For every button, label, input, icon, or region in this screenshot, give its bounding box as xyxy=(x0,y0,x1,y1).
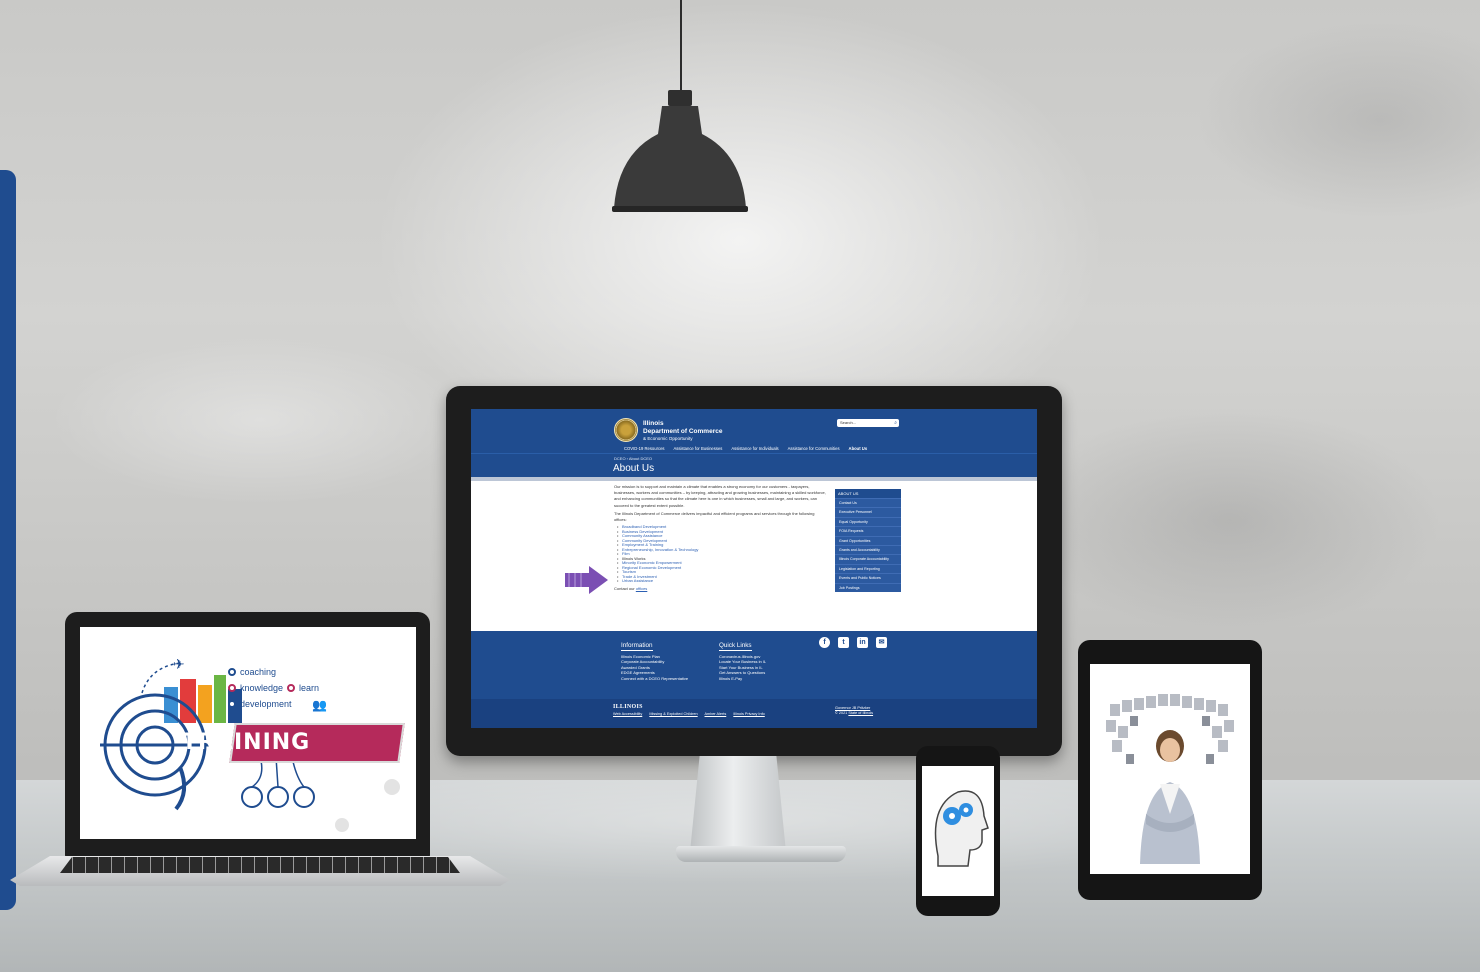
side-nav-item[interactable]: Events and Public Notices xyxy=(835,573,901,582)
mission-text: Our mission is to support and maintain a… xyxy=(614,484,826,508)
facebook-icon[interactable]: f xyxy=(819,637,830,648)
lamp-cord xyxy=(680,0,682,96)
side-nav-item[interactable]: Executive Personnel xyxy=(835,507,901,516)
side-nav-item[interactable]: Job Postings xyxy=(835,582,901,592)
main-content: Our mission is to support and maintain a… xyxy=(614,484,826,592)
pendant-lamp-icon xyxy=(612,90,748,212)
footer-link[interactable]: Illinois E-Pay xyxy=(719,676,766,681)
contact-prefix: Contact our xyxy=(614,585,635,591)
governor-block: Governor JB Pritzker © 2021 State of Ill… xyxy=(835,706,873,716)
footer-quick-links: Coronavirus.Illinois.gov Locate Your Bus… xyxy=(719,654,766,681)
bullet-coaching: coaching xyxy=(228,667,276,677)
copyright-text: © 2021 xyxy=(835,711,848,715)
phone-screen xyxy=(922,766,994,896)
bullet-dot-icon xyxy=(228,668,236,676)
head-gears-icon xyxy=(934,790,989,867)
footer-quick-heading: Quick Links xyxy=(719,642,752,651)
linkedin-icon[interactable]: in xyxy=(857,637,868,648)
side-nav-item[interactable]: Illinois Corporate Accountability xyxy=(835,554,901,563)
side-nav-item[interactable]: Grants and Accountability xyxy=(835,545,901,554)
footer-legal-link[interactable]: Missing & Exploited Children xyxy=(649,712,697,716)
bullet-label: coaching xyxy=(240,667,277,677)
list-item[interactable]: Urban Assistance xyxy=(617,579,826,584)
bullet-label: learn xyxy=(299,683,320,693)
monitor-stand xyxy=(690,756,786,852)
arrow-icon xyxy=(565,566,608,594)
svg-text:👥: 👥 xyxy=(312,698,327,712)
search-input[interactable]: Search... ⌕ xyxy=(837,419,899,427)
side-nav-item[interactable]: Grant Opportunities xyxy=(835,535,901,545)
nav-individuals[interactable]: Assistance for Individuals xyxy=(731,446,778,451)
page-title: About Us xyxy=(613,463,655,474)
search-icon[interactable]: ⌕ xyxy=(894,419,897,427)
monitor-screen: Illinois Department of Commerce & Econom… xyxy=(471,409,1037,728)
bullet-dot-icon xyxy=(287,684,296,692)
bullet-knowledge: knowledge learn xyxy=(228,683,319,693)
tablet-screen xyxy=(1090,664,1250,874)
side-nav-item[interactable]: Equal Opportunity xyxy=(835,516,901,526)
footer-legal-link[interactable]: Web Accessibility xyxy=(613,712,642,716)
divider xyxy=(471,477,1037,481)
training-word: TRAINING xyxy=(182,730,311,755)
bullet-label: development xyxy=(240,699,292,709)
offices-list: Broadband Development Business Developme… xyxy=(614,525,826,584)
laptop-keyboard xyxy=(60,857,460,873)
email-icon[interactable]: ✉ xyxy=(876,637,887,648)
footer-bottom: ILLINOIS Web Accessibility Missing & Exp… xyxy=(471,699,1037,728)
footer-information-heading: Information xyxy=(621,642,653,651)
offices-link[interactable]: offices xyxy=(636,586,648,591)
footer-link[interactable]: Get Answers to Questions xyxy=(719,670,766,675)
footer-legal-link[interactable]: Amber Alerts xyxy=(705,712,727,716)
search-placeholder: Search... xyxy=(840,420,857,425)
offices-intro: The Illinois Department of Commerce deli… xyxy=(614,510,815,523)
bullet-label: knowledge xyxy=(240,683,284,693)
svg-text:✈: ✈ xyxy=(173,657,185,673)
nav-businesses[interactable]: Assistance for Businesses xyxy=(674,446,723,451)
brand-subtitle[interactable]: Department of Commerce xyxy=(643,428,722,435)
side-nav-item[interactable]: Legislation and Reporting xyxy=(835,563,901,573)
footer-information-links: Illinois Economic Plan Corporate Account… xyxy=(621,654,688,681)
state-link[interactable]: State of Illinois xyxy=(848,711,873,715)
bullet-dot-icon xyxy=(228,700,236,708)
bullet-dot-icon xyxy=(228,684,236,692)
brand-title[interactable]: Illinois xyxy=(643,420,664,427)
breadcrumb[interactable]: DCEO › About DCEO xyxy=(614,456,652,461)
social-links: f t in ✉ xyxy=(819,637,887,648)
illinois-logo[interactable]: ILLINOIS xyxy=(613,704,643,710)
contact-line: Contact our offices xyxy=(614,586,826,592)
nav-covid[interactable]: COVID-19 Resources xyxy=(624,446,665,451)
footer-link[interactable]: Connect with a DCEO Representative xyxy=(621,676,688,681)
nav-communities[interactable]: Assistance for Communities xyxy=(788,446,840,451)
illinois-seal-icon[interactable] xyxy=(614,418,638,442)
main-nav: COVID-19 Resources Assistance for Busine… xyxy=(624,446,867,451)
monitor-base xyxy=(676,846,846,862)
brand-tagline: & Economic Opportunity xyxy=(643,436,693,441)
twitter-icon[interactable]: t xyxy=(838,637,849,648)
footer-legal-link[interactable]: Illinois Privacy Info xyxy=(733,712,764,716)
decorative-stripe xyxy=(0,170,16,910)
businesswoman-photo-collage xyxy=(1106,694,1234,864)
nav-about-us[interactable]: About Us xyxy=(849,446,868,451)
side-nav-heading: ABOUT US xyxy=(835,489,901,498)
side-nav-item[interactable]: Contact Us xyxy=(835,498,901,507)
laptop-screen: ✈ 👥 TRAINING coaching knowledge learn de… xyxy=(80,627,416,839)
site-footer: Information Illinois Economic Plan Corpo… xyxy=(471,631,1037,728)
footer-legal-links: Web Accessibility Missing & Exploited Ch… xyxy=(613,712,771,716)
side-nav-item[interactable]: FOIA Requests xyxy=(835,526,901,535)
bullet-development: development xyxy=(228,699,292,709)
side-nav: ABOUT US Contact Us Executive Personnel … xyxy=(835,489,901,593)
title-band xyxy=(471,453,1037,477)
